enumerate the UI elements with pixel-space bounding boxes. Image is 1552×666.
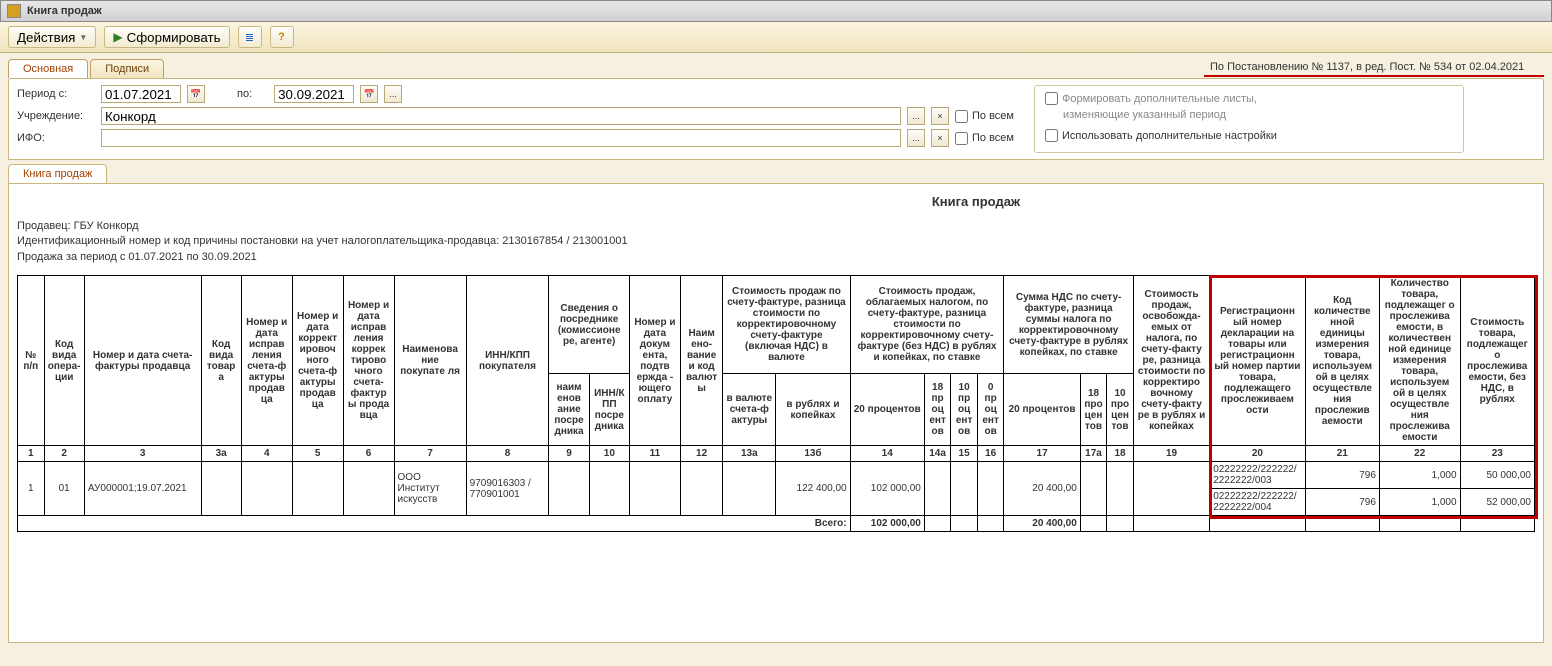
h-c6: Номер и дата исправ ления коррек тирово … — [343, 276, 394, 446]
h-c11: Номер и дата докум ента, подтв ержда - ю… — [629, 276, 680, 446]
extra-settings-checkbox[interactable] — [1045, 129, 1058, 142]
h-c5: Номер и дата коррект ировоч ного счета-ф… — [292, 276, 343, 446]
h-c18: 10 про цен тов — [1107, 374, 1134, 446]
period-select-button[interactable]: ... — [384, 85, 402, 103]
report-area: Книга продаж Продавец: ГБУ Конкорд Идент… — [8, 183, 1544, 643]
period-from-input[interactable] — [101, 85, 181, 103]
calendar-icon: 📅 — [364, 89, 375, 100]
form-button[interactable]: ▶ Сформировать — [104, 26, 229, 48]
org-all-checkbox[interactable] — [955, 110, 968, 123]
extra-sheets-checkbox[interactable] — [1045, 92, 1058, 105]
report-title: Книга продаж — [17, 194, 1535, 209]
org-label: Учреждение: — [17, 110, 95, 122]
sales-book-table: № п/п Код вида опера-ции Номер и дата сч… — [17, 275, 1535, 532]
list-icon: ≣ — [245, 31, 254, 44]
h-c10: ИНН/К ПП посре дника — [589, 374, 629, 446]
period-from-label: Период с: — [17, 88, 95, 100]
h-c21: Код количестве нной единицы измерения то… — [1305, 276, 1379, 446]
ifo-all-checkbox[interactable] — [955, 132, 968, 145]
org-clear-button[interactable]: × — [931, 107, 949, 125]
inn-line: Идентификационный номер и код причины по… — [17, 234, 1535, 249]
h-c9g: Сведения о посреднике (комиссионе ре, аг… — [549, 276, 630, 374]
window-title: Книга продаж — [27, 5, 102, 17]
ifo-all-label: По всем — [972, 132, 1014, 144]
calendar-to-button[interactable]: 📅 — [360, 85, 378, 103]
h-c20: Регистрационн ый номер декларации на тов… — [1210, 276, 1305, 446]
main-toolbar: Действия ▼ ▶ Сформировать ≣ ? — [0, 22, 1552, 53]
play-icon: ▶ — [113, 30, 122, 44]
h-c14: 20 процентов — [850, 374, 924, 446]
h-c13b: в рублях и копейках — [776, 374, 850, 446]
ifo-label: ИФО: — [17, 132, 95, 144]
table-row: 101АУ000001;19.07.2021ООО Институт искус… — [18, 462, 1535, 489]
h-c3a: Код вида товара — [201, 276, 241, 446]
help-icon-button[interactable]: ? — [270, 26, 294, 48]
h-c17: 20 процентов — [1004, 374, 1080, 446]
h-c19: Стоимость продаж, освобожда-емых от нало… — [1133, 276, 1209, 446]
h-c17g: Сумма НДС по счету-фактуре, разница сумм… — [1004, 276, 1133, 374]
h-c13a: в валюте счета-ф актуры — [723, 374, 776, 446]
h-c8: ИНН/КПП покупателя — [466, 276, 549, 446]
filter-panel: Период с: 📅 по: 📅 ... Учреждение: ... × … — [8, 78, 1544, 160]
period-to-label: по: — [237, 88, 252, 100]
h-c14a: 18 пр оц ент ов — [924, 374, 951, 446]
h-c14g: Стоимость продаж, облагаемых налогом, по… — [850, 276, 1004, 374]
org-input[interactable] — [101, 107, 901, 125]
report-inner-tab[interactable]: Книга продаж — [8, 164, 107, 183]
h-c7: Наименова ние покупате ля — [394, 276, 466, 446]
settings-icon-button[interactable]: ≣ — [238, 26, 262, 48]
org-all-label: По всем — [972, 110, 1014, 122]
ifo-input[interactable] — [101, 129, 901, 147]
ifo-select-button[interactable]: ... — [907, 129, 925, 147]
extra-settings-label: Использовать дополнительные настройки — [1062, 130, 1277, 142]
regulation-text: По Постановлению № 1137, в ред. Пост. № … — [1204, 59, 1544, 77]
h-c1: № п/п — [18, 276, 45, 446]
h-c9: наим енов ание посре дника — [549, 374, 589, 446]
window-titlebar: Книга продаж — [0, 0, 1552, 22]
h-c17a: 18 про цен тов — [1080, 374, 1107, 446]
column-number-row: 1233а45678910111213а13б1414а15161717а181… — [18, 446, 1535, 462]
h-c16: 0 пр оц ент ов — [977, 374, 1004, 446]
h-c2: Код вида опера-ции — [44, 276, 84, 446]
h-c12: Наим ено-вание и код валюты — [680, 276, 722, 446]
h-c22: Количество товара, подлежащег о прослежи… — [1379, 276, 1460, 446]
h-c13g: Стоимость продаж по счету-фактуре, разни… — [723, 276, 850, 374]
h-c3: Номер и дата счета-фактуры продавца — [84, 276, 201, 446]
calendar-icon: 📅 — [190, 89, 201, 100]
h-c4: Номер и дата исправ ления счета-ф актуры… — [241, 276, 292, 446]
seller-line: Продавец: ГБУ Конкорд — [17, 219, 1535, 234]
app-icon — [7, 4, 21, 18]
extra-sheets-label: Формировать дополнительные листы, — [1062, 93, 1257, 105]
org-select-button[interactable]: ... — [907, 107, 925, 125]
tab-signatures[interactable]: Подписи — [90, 59, 164, 78]
calendar-from-button[interactable]: 📅 — [187, 85, 205, 103]
help-icon: ? — [278, 31, 285, 43]
h-c23: Стоимость товара, подлежащег о прослежив… — [1460, 276, 1534, 446]
ifo-clear-button[interactable]: × — [931, 129, 949, 147]
period-to-input[interactable] — [274, 85, 354, 103]
period-line: Продажа за период с 01.07.2021 по 30.09.… — [17, 250, 1535, 265]
report-info: Продавец: ГБУ Конкорд Идентификационный … — [17, 219, 1535, 265]
actions-button[interactable]: Действия ▼ — [8, 26, 96, 48]
total-row: Всего:102 000,0020 400,00 — [18, 516, 1535, 532]
tab-main[interactable]: Основная — [8, 59, 88, 78]
h-c15: 10 пр оц ент ов — [951, 374, 978, 446]
extra-sheets-sub: изменяющие указанный период — [1063, 109, 1453, 121]
top-tabs: Основная Подписи — [8, 59, 164, 78]
chevron-down-icon: ▼ — [79, 33, 87, 42]
